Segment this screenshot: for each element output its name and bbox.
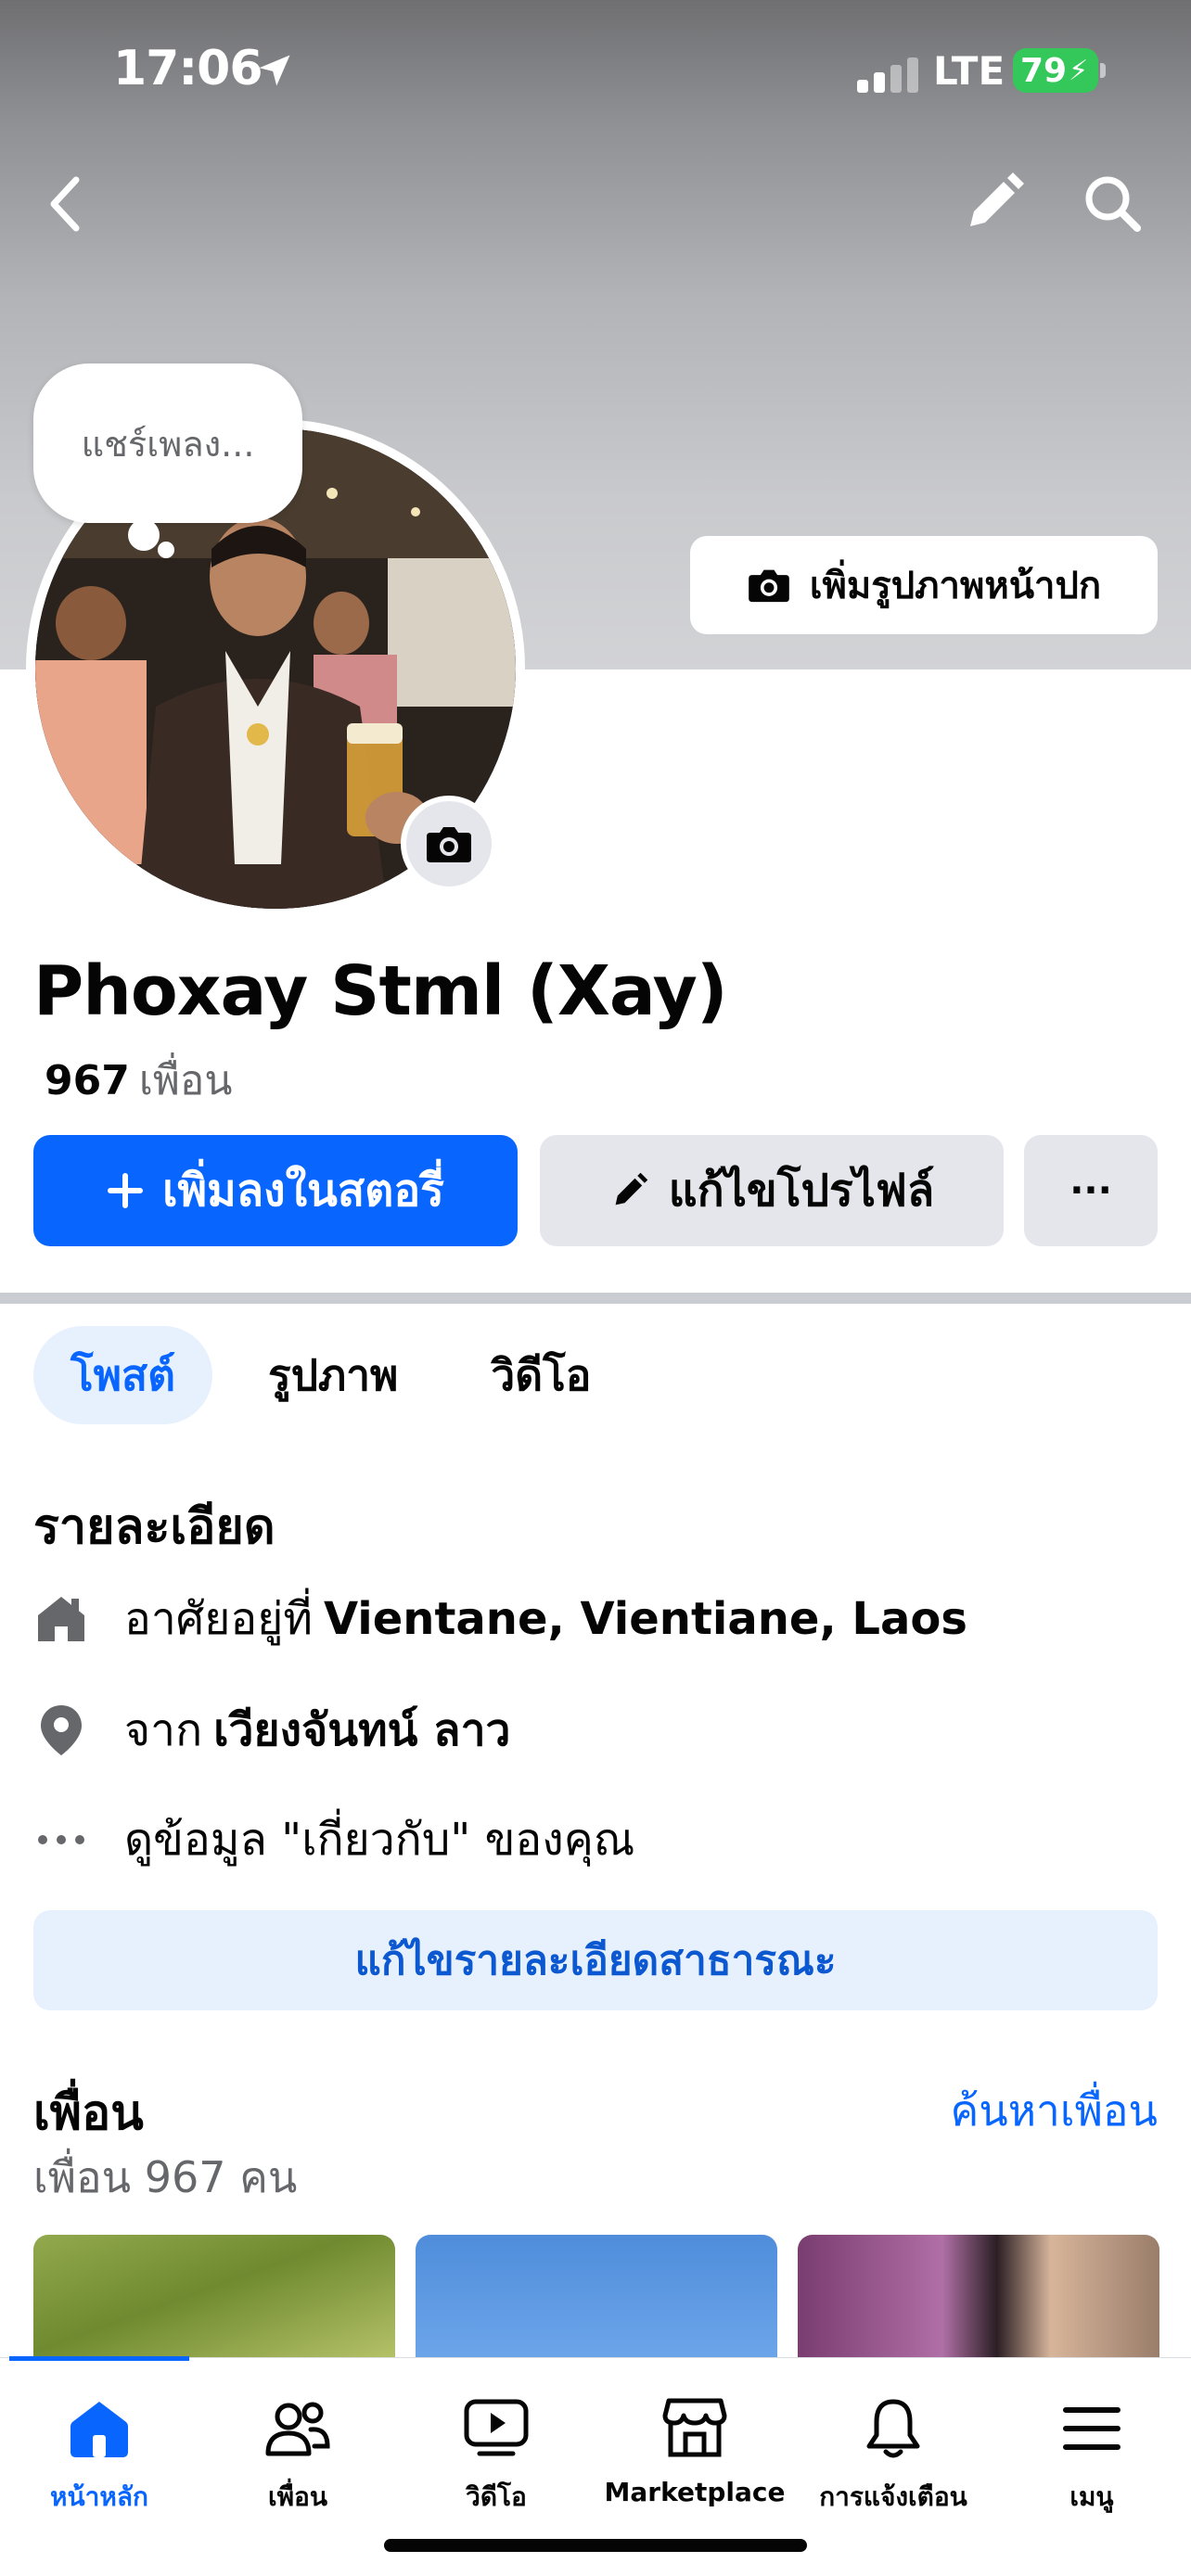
home-icon [33, 1591, 89, 1647]
profile-actions: เพิ่มลงในสตอรี่ แก้ไขโปรไฟล์ ··· [33, 1135, 1158, 1246]
bell-icon [856, 2391, 930, 2466]
camera-icon [427, 827, 471, 862]
location-arrow-icon [259, 55, 290, 86]
note-bubble[interactable]: แชร์เพลง... [33, 363, 302, 523]
menu-icon [1055, 2391, 1129, 2466]
change-photo-button[interactable] [401, 796, 497, 892]
friends-label: เพื่อน [138, 1057, 233, 1104]
search-icon[interactable] [1076, 167, 1150, 241]
video-icon [459, 2391, 533, 2466]
edit-profile-label: แก้ไขโปรไฟล์ [668, 1165, 935, 1217]
network-label: LTE [933, 48, 1005, 94]
battery-icon: 79 ⚡ [1013, 48, 1098, 93]
nav-notifications[interactable]: การแจ้งเตือน [794, 2391, 992, 2518]
nav-friends[interactable]: เพื่อน [198, 2391, 397, 2518]
about-text: ดูข้อมูล "เกี่ยวกับ" ของคุณ [124, 1814, 635, 1866]
friends-icon [261, 2391, 335, 2466]
friends-count-text: เพื่อน 967 คน [33, 2152, 298, 2202]
detail-lives-in[interactable]: อาศัยอยู่ที่ Vientane, Vientiane, Laos [33, 1582, 967, 1656]
more-dots-icon [33, 1812, 89, 1868]
note-bubble-tail-small [158, 542, 174, 558]
battery-tip [1100, 63, 1106, 78]
nav-home[interactable]: หน้าหลัก [0, 2391, 198, 2518]
nav-notifications-label: การแจ้งเตือน [819, 2481, 967, 2512]
note-bubble-tail [128, 519, 160, 551]
nav-marketplace[interactable]: Marketplace [596, 2391, 794, 2507]
from-prefix: จาก [124, 1704, 203, 1756]
lives-in-prefix: อาศัยอยู่ที่ [124, 1593, 313, 1645]
friends-count-line[interactable]: 967 เพื่อน [45, 1048, 232, 1113]
tab-photos[interactable]: รูปภาพ [231, 1326, 435, 1424]
friend-card[interactable] [33, 2235, 395, 2365]
find-friends-link[interactable]: ค้นหาเพื่อน [951, 2077, 1159, 2145]
nav-menu[interactable]: เมนู [992, 2391, 1191, 2518]
edit-public-details-button[interactable]: แก้ไขรายละเอียดสาธารณะ [33, 1910, 1158, 2010]
add-to-story-label: เพิ่มลงในสตอรี่ [162, 1165, 444, 1217]
add-cover-label: เพิ่มรูปภาพหน้าปก [809, 565, 1102, 607]
plus-icon [108, 1173, 144, 1208]
add-cover-photo-button[interactable]: เพิ่มรูปภาพหน้าปก [690, 536, 1158, 634]
lives-in-value: Vientane, Vientiane, Laos [323, 1593, 967, 1645]
nav-video-label: วิดีโอ [466, 2481, 527, 2512]
friend-card[interactable] [798, 2235, 1159, 2365]
nav-friends-label: เพื่อน [268, 2481, 327, 2512]
status-time: 17:06 [113, 41, 263, 96]
battery-level: 79 [1020, 51, 1068, 90]
edit-profile-button[interactable]: แก้ไขโปรไฟล์ [540, 1135, 1004, 1246]
pencil-icon[interactable] [955, 167, 1030, 241]
add-to-story-button[interactable]: เพิ่มลงในสตอรี่ [33, 1135, 518, 1246]
home-icon [62, 2391, 136, 2466]
tab-videos[interactable]: วิดีโอ [454, 1326, 628, 1424]
location-pin-icon [33, 1702, 89, 1758]
details-title: รายละเอียด [33, 1499, 275, 1555]
nav-menu-label: เมนู [1069, 2481, 1114, 2512]
nav-home-label: หน้าหลัก [50, 2481, 148, 2512]
section-divider [0, 1293, 1191, 1304]
pencil-icon [615, 1172, 647, 1205]
detail-about[interactable]: ดูข้อมูล "เกี่ยวกับ" ของคุณ [33, 1803, 634, 1877]
profile-tabs: โพสต์ รูปภาพ วิดีโอ [33, 1326, 628, 1424]
note-text: แชร์เพลง... [81, 423, 255, 465]
signal-icon [857, 54, 920, 93]
nav-marketplace-label: Marketplace [604, 2477, 786, 2507]
tab-posts[interactable]: โพสต์ [33, 1326, 212, 1424]
friend-card[interactable] [416, 2235, 777, 2365]
marketplace-icon [658, 2391, 732, 2466]
more-options-label: ··· [1069, 1169, 1112, 1212]
active-tab-indicator [9, 2356, 189, 2361]
home-indicator [384, 2539, 807, 2552]
detail-from[interactable]: จาก เวียงจันทน์ ลาว [33, 1693, 510, 1767]
nav-video[interactable]: วิดีโอ [397, 2391, 596, 2518]
edit-public-label: แก้ไขรายละเอียดสาธารณะ [354, 1937, 837, 1984]
camera-icon [749, 569, 789, 603]
from-value: เวียงจันทน์ ลาว [213, 1704, 511, 1756]
back-chevron-icon[interactable] [37, 167, 96, 241]
friends-count: 967 [45, 1057, 130, 1104]
friends-title: เพื่อน [33, 2085, 144, 2141]
status-bar: 17:06 LTE 79 ⚡ [0, 37, 1191, 104]
more-options-button[interactable]: ··· [1024, 1135, 1158, 1246]
profile-name: Phoxay Stml (Xay) [33, 951, 728, 1031]
